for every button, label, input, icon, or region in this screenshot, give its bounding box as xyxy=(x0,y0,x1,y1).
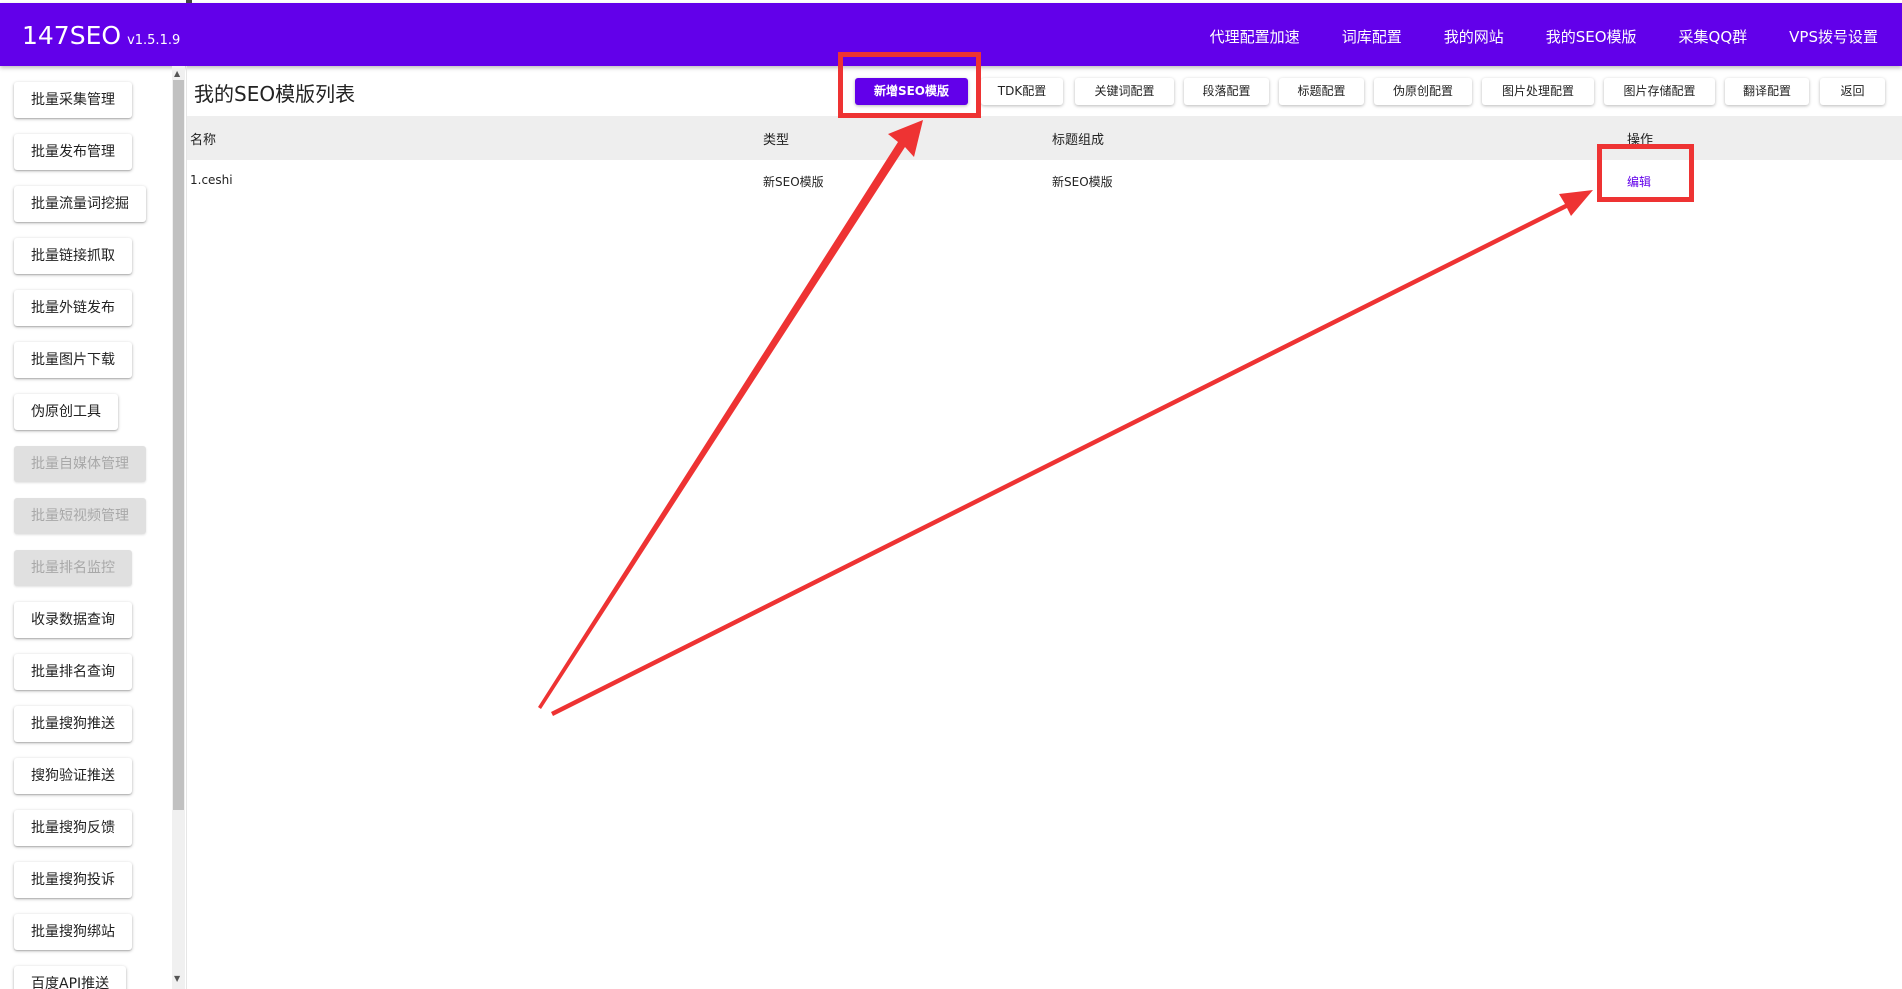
pseudo-original-config-button[interactable]: 伪原创配置 xyxy=(1374,78,1472,105)
highlight-box-edit-link xyxy=(1597,144,1694,202)
nav-vps-dial-settings[interactable]: VPS拨号设置 xyxy=(1775,20,1892,53)
top-nav: 代理配置加速 词库配置 我的网站 我的SEO模版 采集QQ群 VPS拨号设置 xyxy=(1182,20,1892,53)
sidebar-item-pseudo-original-tool[interactable]: 伪原创工具 xyxy=(14,394,118,430)
column-header-name: 名称 xyxy=(190,133,217,148)
sidebar-scrollbar[interactable]: ▲ ▼ xyxy=(172,66,185,989)
title-config-button[interactable]: 标题配置 xyxy=(1279,78,1364,105)
nav-qq-group[interactable]: 采集QQ群 xyxy=(1665,20,1762,53)
highlight-box-add-button xyxy=(838,52,981,118)
sidebar: 批量采集管理 批量发布管理 批量流量词挖掘 批量链接抓取 批量外链发布 批量图片… xyxy=(0,66,188,989)
sidebar-item-index-query[interactable]: 收录数据查询 xyxy=(14,602,132,638)
sidebar-item-backlink-publish[interactable]: 批量外链发布 xyxy=(14,290,132,326)
sidebar-item-sogou-push[interactable]: 批量搜狗推送 xyxy=(14,706,132,742)
sidebar-item-short-video: 批量短视频管理 xyxy=(14,498,146,534)
column-header-type: 类型 xyxy=(763,133,790,148)
sidebar-item-image-download[interactable]: 批量图片下载 xyxy=(14,342,132,378)
page-title: 我的SEO模版列表 xyxy=(194,82,356,106)
cell-type: 新SEO模版 xyxy=(763,175,824,189)
window-corner-mark xyxy=(186,0,192,3)
nav-proxy-config[interactable]: 代理配置加速 xyxy=(1196,20,1314,53)
app-version: v1.5.1.9 xyxy=(127,33,181,48)
sidebar-item-sogou-feedback[interactable]: 批量搜狗反馈 xyxy=(14,810,132,846)
keyword-config-button[interactable]: 关键词配置 xyxy=(1075,78,1174,105)
cell-name: 1.ceshi xyxy=(190,173,233,187)
red-arrow-to-edit-link xyxy=(551,190,1593,716)
tdk-config-button[interactable]: TDK配置 xyxy=(981,78,1063,105)
app-name: 147SEO xyxy=(22,21,122,50)
cell-title-composition: 新SEO模版 xyxy=(1052,175,1113,189)
nav-my-seo-templates[interactable]: 我的SEO模版 xyxy=(1532,20,1651,53)
image-processing-config-button[interactable]: 图片处理配置 xyxy=(1482,78,1594,105)
sidebar-item-traffic-keyword-mining[interactable]: 批量流量词挖掘 xyxy=(14,186,146,222)
scroll-down-arrow-icon[interactable]: ▼ xyxy=(174,974,180,983)
sidebar-item-rank-query[interactable]: 批量排名查询 xyxy=(14,654,132,690)
sidebar-item-sogou-complaint[interactable]: 批量搜狗投诉 xyxy=(14,862,132,898)
translate-config-button[interactable]: 翻译配置 xyxy=(1725,78,1809,105)
sidebar-item-sogou-verify-push[interactable]: 搜狗验证推送 xyxy=(14,758,132,794)
sidebar-item-batch-publish[interactable]: 批量发布管理 xyxy=(14,134,132,170)
nav-lexicon-config[interactable]: 词库配置 xyxy=(1328,20,1416,53)
sidebar-item-baidu-api-push[interactable]: 百度API推送 xyxy=(14,966,127,989)
sidebar-item-rank-monitor: 批量排名监控 xyxy=(14,550,132,586)
sidebar-item-batch-collect[interactable]: 批量采集管理 xyxy=(14,82,132,118)
red-arrow-to-add-button xyxy=(538,120,923,709)
column-header-title-composition: 标题组成 xyxy=(1052,133,1105,148)
sidebar-item-self-media: 批量自媒体管理 xyxy=(14,446,146,482)
app-brand: 147SEO v1.5.1.9 xyxy=(22,21,180,50)
nav-my-websites[interactable]: 我的网站 xyxy=(1430,20,1518,53)
scrollbar-thumb[interactable] xyxy=(173,80,184,810)
back-button[interactable]: 返回 xyxy=(1820,78,1885,105)
scroll-up-arrow-icon[interactable]: ▲ xyxy=(174,69,180,78)
sidebar-divider xyxy=(186,66,187,989)
sidebar-item-sogou-bind-site[interactable]: 批量搜狗绑站 xyxy=(14,914,132,950)
paragraph-config-button[interactable]: 段落配置 xyxy=(1184,78,1269,105)
sidebar-item-link-crawl[interactable]: 批量链接抓取 xyxy=(14,238,132,274)
image-storage-config-button[interactable]: 图片存储配置 xyxy=(1604,78,1715,105)
